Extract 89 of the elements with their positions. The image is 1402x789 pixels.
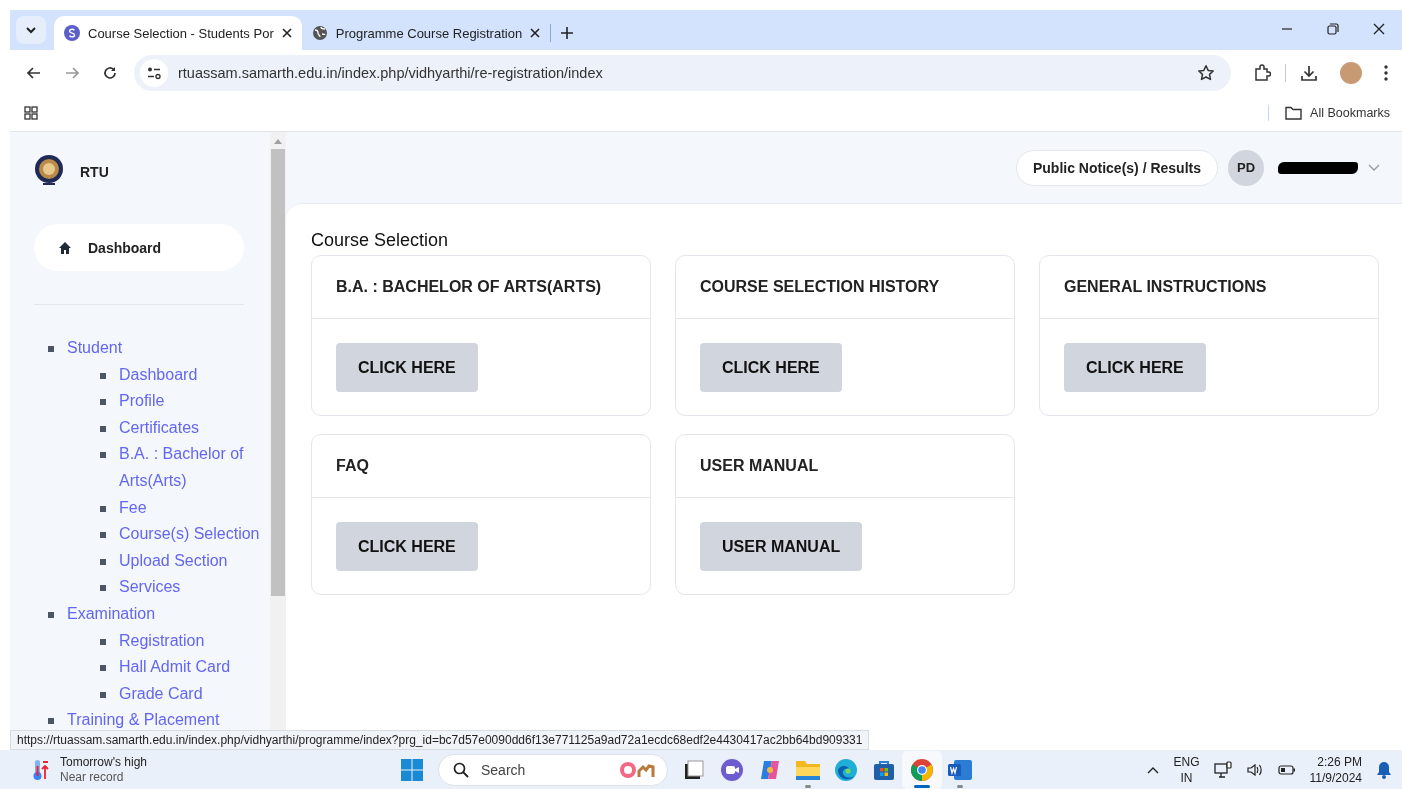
- apps-grid-icon[interactable]: [24, 106, 38, 120]
- nav-link[interactable]: Services: [119, 574, 181, 601]
- folder-outline-icon: [1285, 106, 1303, 120]
- list-bullet-icon: [100, 691, 106, 698]
- taskbar-search-field[interactable]: Search: [438, 753, 668, 786]
- list-bullet-icon: [100, 425, 106, 432]
- card-button[interactable]: CLICK HERE: [700, 343, 842, 392]
- user-avatar[interactable]: PD: [1228, 149, 1264, 186]
- list-bullet-icon: [100, 452, 106, 459]
- card-title: GENERAL INSTRUCTIONS: [1040, 256, 1378, 319]
- network-icon[interactable]: [1213, 760, 1232, 779]
- list-bullet-icon: [48, 611, 54, 618]
- menu-icon[interactable]: [1384, 64, 1388, 81]
- nav-link[interactable]: Examination: [67, 600, 156, 628]
- chevron-down-icon[interactable]: [1368, 163, 1380, 172]
- tab-title: Programme Course Registration: [335, 25, 523, 41]
- card-button[interactable]: CLICK HERE: [1064, 343, 1206, 392]
- search-icon: [453, 761, 469, 778]
- nav-link[interactable]: Certificates: [119, 414, 200, 442]
- video-camera-icon[interactable]: [720, 757, 744, 782]
- status-url-tooltip: https://rtuassam.samarth.edu.in/index.php/vidhyarthi/programme/index?prg_id=bc7d57e0090dd6f13e771125a9ad72a1ecdc68edf2e4430417ac2bb64bd909331: [10, 730, 870, 750]
- nav-link[interactable]: Course(s) Selection: [119, 521, 260, 548]
- weather-subtitle: Near record: [60, 769, 125, 785]
- download-icon[interactable]: [1300, 63, 1318, 82]
- card-title: USER MANUAL: [676, 435, 1014, 498]
- nav-link[interactable]: Fee: [119, 494, 147, 522]
- chevron-down-icon: [25, 24, 37, 36]
- list-bullet-icon: [100, 372, 106, 379]
- card-title: B.A. : BACHELOR OF ARTS(ARTS): [312, 256, 650, 319]
- nav-link[interactable]: Registration: [119, 627, 205, 655]
- address-bar[interactable]: rtuassam.samarth.edu.in/index.php/vidhyarthi/re-registration/index: [134, 54, 1231, 91]
- nav-link[interactable]: Grade Card: [119, 680, 203, 708]
- card-button[interactable]: CLICK HERE: [336, 343, 478, 392]
- nav-link[interactable]: Profile: [119, 388, 165, 415]
- chrome-icon[interactable]: [910, 757, 934, 782]
- globe-icon: [311, 25, 328, 41]
- card-title: FAQ: [312, 435, 650, 498]
- close-icon[interactable]: [1373, 23, 1385, 35]
- tab-title: Course Selection - Students Por: [88, 25, 274, 41]
- nav-link[interactable]: Hall Admit Card: [119, 654, 231, 681]
- list-bullet-icon: [100, 638, 106, 645]
- edge-browser-icon[interactable]: [834, 757, 858, 782]
- all-bookmarks-button[interactable]: All Bookmarks: [1285, 106, 1390, 120]
- forward-arrow-icon[interactable]: [64, 64, 80, 81]
- list-bullet-icon: [48, 718, 54, 725]
- volume-icon[interactable]: [1245, 761, 1264, 778]
- back-arrow-icon[interactable]: [26, 64, 42, 81]
- card-title: COURSE SELECTION HISTORY: [676, 256, 1014, 319]
- card-button[interactable]: CLICK HERE: [336, 522, 478, 571]
- tab-list-button[interactable]: [16, 16, 46, 44]
- puzzle-icon[interactable]: [1253, 63, 1271, 82]
- restore-icon[interactable]: [1327, 23, 1339, 35]
- site-settings-icon[interactable]: [140, 58, 168, 87]
- brand-name: RTU: [80, 164, 109, 180]
- list-bullet-icon: [48, 346, 54, 352]
- close-icon[interactable]: [530, 28, 541, 38]
- site-logo-icon: [64, 25, 80, 41]
- dashboard-link[interactable]: Dashboard: [34, 224, 244, 271]
- public-notice-button[interactable]: Public Notice(s) / Results: [1015, 149, 1218, 186]
- browser-tab[interactable]: Programme Course Registration: [301, 16, 551, 50]
- list-bullet-icon: [100, 558, 106, 565]
- page-title: Course Selection: [311, 230, 450, 251]
- bell-icon[interactable]: [1376, 760, 1392, 779]
- nav-link[interactable]: Upload Section: [119, 547, 228, 575]
- list-bullet-icon: [100, 399, 106, 406]
- home-icon: [58, 240, 72, 255]
- list-bullet-icon: [100, 665, 106, 672]
- list-bullet-icon: [100, 505, 106, 512]
- thermometer-icon: [32, 758, 50, 781]
- language-indicator[interactable]: ENG IN: [1173, 753, 1200, 786]
- nav-link[interactable]: B.A. : Bachelor of Arts(Arts): [119, 441, 270, 495]
- list-bullet-icon: [100, 585, 106, 592]
- nav-link[interactable]: Student: [67, 335, 123, 362]
- word-icon[interactable]: [947, 757, 973, 782]
- desktop-icon[interactable]: [683, 758, 705, 781]
- chevron-up-icon[interactable]: [1147, 765, 1160, 774]
- folder-icon[interactable]: [795, 758, 821, 781]
- windows-start-icon[interactable]: [400, 757, 424, 782]
- reload-icon[interactable]: [102, 64, 118, 81]
- clock[interactable]: 2:26 PM 11/9/2024: [1309, 753, 1362, 786]
- star-icon[interactable]: [1197, 63, 1215, 82]
- card-button[interactable]: USER MANUAL: [700, 522, 863, 571]
- nav-link[interactable]: Dashboard: [119, 361, 198, 389]
- weather-title: Tomorrow's high: [60, 754, 147, 770]
- close-icon[interactable]: [281, 28, 292, 38]
- list-bullet-icon: [100, 532, 106, 539]
- new-tab-icon[interactable]: [561, 27, 574, 39]
- browser-tab[interactable]: Course Selection - Students Por: [54, 16, 302, 50]
- battery-icon[interactable]: [1277, 763, 1296, 776]
